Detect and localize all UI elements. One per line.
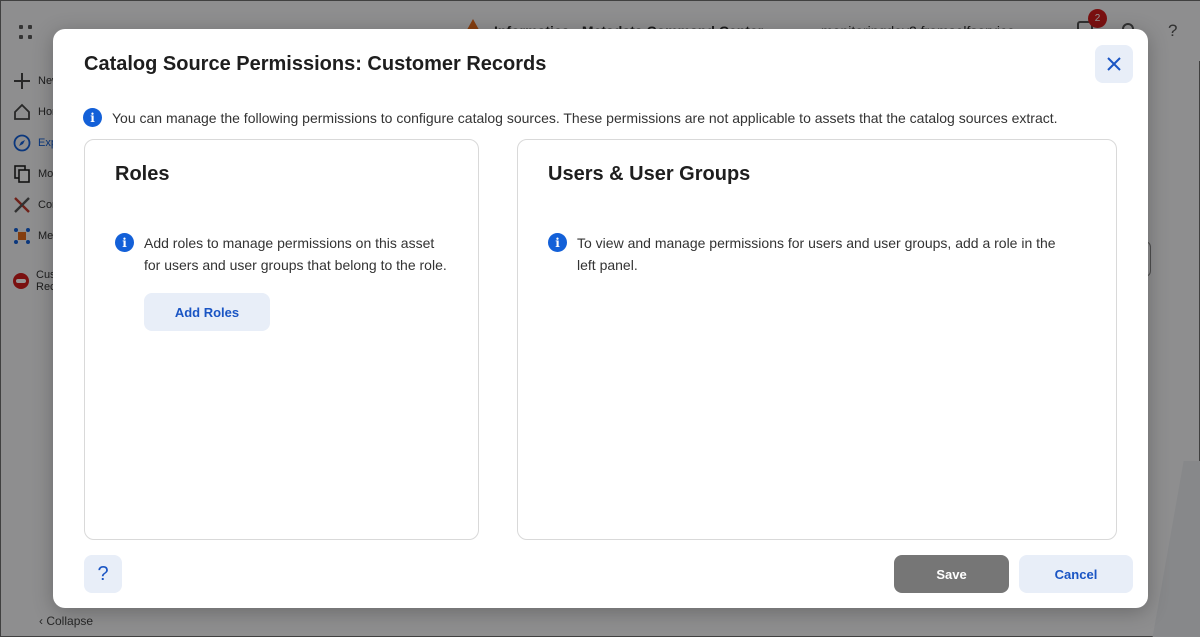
- cancel-button[interactable]: Cancel: [1019, 555, 1133, 593]
- help-icon: ?: [97, 562, 109, 585]
- info-banner-text: You can manage the following permissions…: [112, 109, 1058, 126]
- dialog-title: Catalog Source Permissions: Customer Rec…: [84, 53, 547, 75]
- close-button[interactable]: [1095, 45, 1133, 83]
- users-panel-title: Users & User Groups: [548, 163, 751, 185]
- roles-panel-title: Roles: [115, 163, 170, 185]
- info-icon: i: [115, 233, 134, 252]
- users-panel-info: i To view and manage permissions for use…: [548, 232, 1077, 276]
- info-banner: i You can manage the following permissio…: [83, 108, 1058, 127]
- users-panel-info-text: To view and manage permissions for users…: [577, 235, 1056, 273]
- close-icon: [1107, 57, 1121, 71]
- help-button[interactable]: ?: [84, 555, 122, 593]
- roles-panel-info-text: Add roles to manage permissions on this …: [144, 235, 447, 273]
- roles-panel: Roles i Add roles to manage permissions …: [84, 139, 479, 540]
- roles-panel-info: i Add roles to manage permissions on thi…: [115, 232, 454, 276]
- info-icon: i: [548, 233, 567, 252]
- users-panel: Users & User Groups i To view and manage…: [517, 139, 1117, 540]
- info-icon: i: [83, 108, 102, 127]
- add-roles-button[interactable]: Add Roles: [144, 293, 270, 331]
- save-button[interactable]: Save: [894, 555, 1009, 593]
- permissions-dialog: Catalog Source Permissions: Customer Rec…: [53, 29, 1148, 608]
